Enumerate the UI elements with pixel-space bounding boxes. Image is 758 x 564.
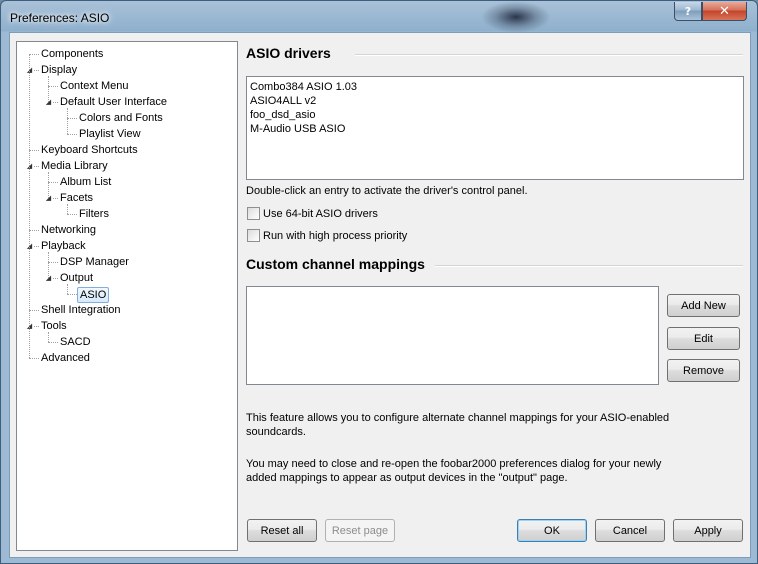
tree-item[interactable]: Tools <box>39 318 69 334</box>
tree-connector <box>67 134 77 135</box>
tree-item[interactable]: Playlist View <box>77 126 143 142</box>
tree-item[interactable]: Context Menu <box>58 78 130 94</box>
asio-drivers-header: ASIO drivers <box>246 45 331 61</box>
close-button[interactable]: ✕ <box>702 2 747 21</box>
tree-connector <box>29 150 39 151</box>
tree-connector <box>48 262 58 263</box>
cancel-button[interactable]: Cancel <box>595 519 665 542</box>
driver-list-item[interactable]: Combo384 ASIO 1.03 <box>247 80 743 94</box>
add-new-button[interactable]: Add New <box>667 294 740 317</box>
tree-connector <box>48 342 58 343</box>
tree-guide-line <box>67 204 68 214</box>
tree-item[interactable]: Keyboard Shortcuts <box>39 142 140 158</box>
remove-button[interactable]: Remove <box>667 359 740 382</box>
asio-drivers-rule <box>355 54 743 56</box>
tree-connector <box>48 86 58 87</box>
edit-button[interactable]: Edit <box>667 327 740 350</box>
title-bar[interactable]: Preferences: ASIO ? ✕ <box>1 1 757 33</box>
tree-item[interactable]: Playback <box>39 238 88 254</box>
tree-item[interactable]: ASIO <box>77 287 110 303</box>
tree-item[interactable]: Media Library <box>39 158 110 174</box>
tree-item[interactable]: Facets <box>58 190 95 206</box>
tree-item[interactable]: Networking <box>39 222 98 238</box>
preferences-window: Preferences: ASIO ? ✕ Components ◢ Display… <box>0 0 758 564</box>
channel-mappings-header: Custom channel mappings <box>246 256 425 272</box>
high-priority-checkbox[interactable] <box>247 229 260 242</box>
use-64bit-checkbox-row[interactable]: Use 64-bit ASIO drivers <box>247 207 378 220</box>
preferences-tree[interactable]: Components ◢ Display Context Menu ◢ Default U… <box>16 41 238 551</box>
tree-item[interactable]: Output <box>58 270 95 286</box>
tree-connector <box>48 182 58 183</box>
tree-item[interactable]: Album List <box>58 174 113 190</box>
tree-connector <box>67 214 77 215</box>
apply-button[interactable]: Apply <box>673 519 743 542</box>
reset-page-button: Reset page <box>325 519 395 542</box>
high-priority-checkbox-row[interactable]: Run with high process priority <box>247 229 407 242</box>
close-icon: ✕ <box>719 3 730 19</box>
channel-mappings-rule <box>435 265 743 267</box>
tree-connector <box>29 230 39 231</box>
tree-guide-line <box>48 252 49 278</box>
channel-mappings-list[interactable] <box>246 286 659 385</box>
driver-list-item[interactable]: foo_dsd_asio <box>247 108 743 122</box>
caption-glow <box>481 1 551 33</box>
tree-guide-line <box>48 172 49 198</box>
tree-guide-line <box>48 332 49 342</box>
tree-item[interactable]: Colors and Fonts <box>77 110 165 126</box>
ok-button[interactable]: OK <box>517 519 587 542</box>
tree-item[interactable]: SACD <box>58 334 93 350</box>
help-icon: ? <box>684 4 692 18</box>
tree-item[interactable]: Shell Integration <box>39 302 123 318</box>
tree-item[interactable]: Filters <box>77 206 111 222</box>
channel-mappings-info: This feature allows you to configure alt… <box>246 412 670 438</box>
channel-mappings-note: You may need to close and re-open the fo… <box>246 458 662 484</box>
help-button[interactable]: ? <box>674 2 702 21</box>
tree-item[interactable]: Components <box>39 46 105 62</box>
tree-guide-line <box>29 54 30 358</box>
reset-all-button[interactable]: Reset all <box>247 519 317 542</box>
tree-item[interactable]: Default User Interface <box>58 94 169 110</box>
driver-list-item[interactable]: ASIO4ALL v2 <box>247 94 743 108</box>
tree-connector <box>29 358 39 359</box>
tree-item[interactable]: Display <box>39 62 79 78</box>
use-64bit-checkbox[interactable] <box>247 207 260 220</box>
use-64bit-label[interactable]: Use 64-bit ASIO drivers <box>263 208 378 220</box>
tree-item[interactable]: DSP Manager <box>58 254 131 270</box>
window-title: Preferences: ASIO <box>10 11 110 25</box>
high-priority-label[interactable]: Run with high process priority <box>263 230 407 242</box>
tree-connector <box>67 294 77 295</box>
tree-guide-line <box>48 76 49 102</box>
tree-connector <box>29 310 39 311</box>
tree-item[interactable]: Advanced <box>39 350 92 366</box>
dialog-client-area: Components ◢ Display Context Menu ◢ Default U… <box>9 32 751 558</box>
driver-list-hint: Double-click an entry to activate the dr… <box>246 185 528 197</box>
tree-guide-line <box>67 284 68 294</box>
tree-connector <box>67 118 77 119</box>
tree-guide-line <box>67 108 68 134</box>
tree-connector <box>29 54 39 55</box>
asio-driver-list[interactable]: Combo384 ASIO 1.03 ASIO4ALL v2 foo_dsd_a… <box>246 76 744 180</box>
driver-list-item[interactable]: M-Audio USB ASIO <box>247 122 743 136</box>
